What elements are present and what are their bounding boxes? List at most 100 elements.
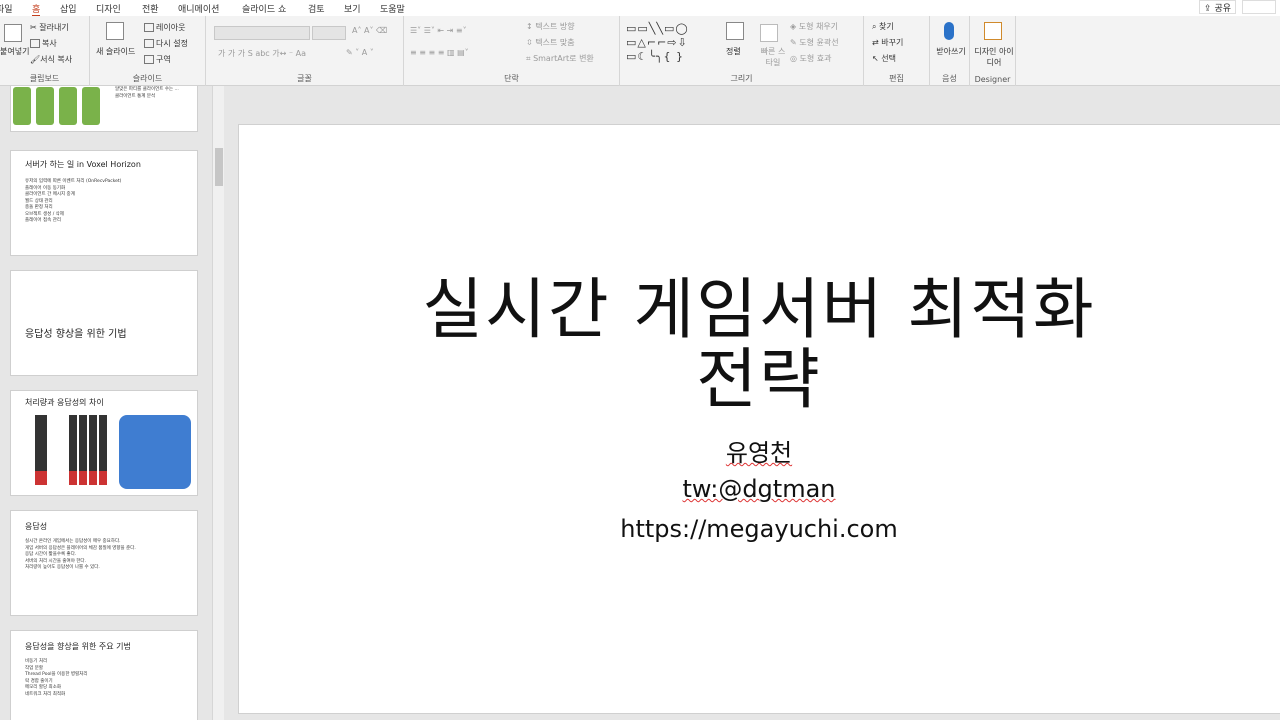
group-editing: ⌕ 찾기 ⇄ 바꾸기 ↖ 선택 편집 bbox=[864, 16, 930, 86]
shape-fill-button[interactable]: ◈ 도형 채우기 bbox=[790, 21, 838, 32]
effects-icon: ◎ bbox=[790, 54, 800, 63]
font-label: 글꼴 bbox=[297, 74, 312, 83]
thumb-image-icons bbox=[13, 87, 103, 125]
format-painter-button[interactable]: 🖌서식 복사 bbox=[30, 54, 72, 65]
paste-icon bbox=[4, 24, 22, 42]
reset-button[interactable]: 다시 설정 bbox=[144, 38, 188, 49]
tab-transitions[interactable]: 전환 bbox=[142, 2, 159, 15]
designer-label: Designer bbox=[974, 75, 1011, 84]
slide-stage: 실시간 게임서버 최적화 전략 유영천 tw:@dgtman https://m… bbox=[224, 86, 1280, 720]
layout-icon bbox=[144, 23, 154, 32]
font-color-icon[interactable]: ✎ ˅ A ˅ bbox=[346, 48, 374, 57]
font-name-combo[interactable] bbox=[214, 26, 310, 40]
tab-view[interactable]: 보기 bbox=[344, 2, 361, 15]
share-button[interactable]: ⇪ 공유 bbox=[1199, 0, 1236, 14]
paste-button[interactable]: 붙여넣기 bbox=[0, 46, 29, 57]
thumb-body: 비동기 처리 작업 분할 Thread Pool을 이용한 병렬처리 락 경합 … bbox=[25, 659, 88, 697]
slide-thumbnail-2[interactable]: 서버가 하는 일 in Voxel Horizon 유저의 입력에 따른 이벤트… bbox=[10, 150, 198, 256]
smartart-icon: ⌗ bbox=[526, 54, 534, 63]
thumb-body: 유저의 입력에 따른 이벤트 처리 (OnRecvPacket) 플레이어 이동… bbox=[25, 179, 122, 223]
design-ideas-button[interactable]: 디자인 아이디어 bbox=[974, 46, 1014, 68]
text-direction-button[interactable]: ↕ 텍스트 방향 bbox=[526, 21, 575, 32]
replace-icon: ⇄ bbox=[872, 38, 882, 47]
section-button[interactable]: 구역 bbox=[144, 54, 171, 65]
drawing-label: 그리기 bbox=[730, 74, 753, 83]
dictate-button[interactable]: 받아쓰기 bbox=[936, 46, 966, 57]
replace-button[interactable]: ⇄ 바꾸기 bbox=[872, 37, 903, 48]
thumb-title: 응답성을 향상을 위한 주요 기법 bbox=[25, 642, 131, 651]
tab-animations[interactable]: 애니메이션 bbox=[178, 2, 219, 15]
clipboard-label: 클립보드 bbox=[29, 74, 60, 83]
select-button[interactable]: ↖ 선택 bbox=[872, 53, 896, 64]
slide-thumbnail-5[interactable]: 응답성 실시간 온라인 게임에서는 응답성이 매우 중요하다. 게임 서버의 응… bbox=[10, 510, 198, 616]
slide-url[interactable]: https://megayuchi.com bbox=[539, 515, 979, 543]
arrange-button[interactable]: 정렬 bbox=[726, 46, 741, 57]
slide-author[interactable]: 유영천 bbox=[539, 433, 979, 468]
find-button[interactable]: ⌕ 찾기 bbox=[872, 21, 894, 32]
shape-effects-button[interactable]: ◎ 도형 효과 bbox=[790, 53, 832, 64]
group-drawing: ▭▭╲╲▭◯ ▭△⌐⌐⇨⇩ ▭☾╰╮{ } 정렬 빠른 스타일 ◈ 도형 채우기 ✎… bbox=[620, 16, 864, 86]
search-icon: ⌕ bbox=[872, 22, 880, 31]
align-icons[interactable]: ≡ ≡ ≡ ≡ ▥ ▤˅ bbox=[410, 48, 469, 57]
layout-button[interactable]: 레이아웃 bbox=[144, 22, 185, 33]
tab-home[interactable]: 홈 bbox=[32, 2, 41, 17]
designer-icon bbox=[984, 22, 1002, 40]
slide-thumbnail-panel: 알맞은 파티를 클라이언트 수는 ... 클라이언트 통계 분석 서버가 하는 … bbox=[0, 86, 212, 720]
comments-button[interactable] bbox=[1242, 0, 1276, 14]
font-grow-icon[interactable]: A˄ A˅ ⌫ bbox=[352, 26, 387, 35]
new-slide-icon bbox=[106, 22, 124, 40]
slide-thumbnail-4[interactable]: 처리량과 응답성의 차이 bbox=[10, 390, 198, 496]
group-font: A˄ A˅ ⌫ 가 가 가 S abc 가↔ ⁻ Aa ✎ ˅ A ˅ 글꼴 bbox=[206, 16, 404, 86]
tab-slideshow[interactable]: 슬라이드 쇼 bbox=[242, 2, 286, 15]
thumb-title: 응답성 bbox=[25, 522, 48, 531]
tab-insert[interactable]: 삽입 bbox=[60, 2, 77, 15]
thumb-title: 처리량과 응답성의 차이 bbox=[25, 398, 104, 407]
ribbon: 붙여넣기 ✂ 잘라내기 복사 🖌서식 복사 클립보드 새 슬라이드 레이아웃 다… bbox=[0, 16, 1280, 86]
scissors-icon: ✂ bbox=[30, 23, 40, 32]
tab-help[interactable]: 도움말 bbox=[380, 2, 405, 15]
reset-icon bbox=[144, 39, 154, 48]
new-slide-button[interactable]: 새 슬라이드 bbox=[96, 46, 135, 57]
shapes-gallery[interactable]: ▭▭╲╲▭◯ ▭△⌐⌐⇨⇩ ▭☾╰╮{ } bbox=[626, 22, 689, 64]
thumb-body: 실시간 온라인 게임에서는 응답성이 매우 중요하다. 게임 서버의 응답성은 … bbox=[25, 539, 136, 570]
arrange-icon bbox=[726, 22, 744, 40]
slide-title[interactable]: 실시간 게임서버 최적화 전략 bbox=[379, 275, 1139, 415]
tab-file[interactable]: 파일 bbox=[0, 2, 13, 15]
slide-twitter[interactable]: tw:@dgtman bbox=[539, 475, 979, 503]
group-clipboard: 붙여넣기 ✂ 잘라내기 복사 🖌서식 복사 클립보드 bbox=[0, 16, 90, 86]
smartart-button[interactable]: ⌗ SmartArt로 변환 bbox=[526, 53, 594, 64]
tab-review[interactable]: 검토 bbox=[308, 2, 325, 15]
current-slide[interactable]: 실시간 게임서버 최적화 전략 유영천 tw:@dgtman https://m… bbox=[238, 124, 1280, 714]
microphone-icon bbox=[944, 22, 954, 40]
cursor-icon: ↖ bbox=[872, 54, 882, 63]
copy-button[interactable]: 복사 bbox=[30, 38, 57, 49]
cut-button[interactable]: ✂ 잘라내기 bbox=[30, 22, 69, 33]
thumb-note-box bbox=[119, 415, 191, 489]
list-icons[interactable]: ☰˅ ☰˅ ⇤ ⇥ ≡˅ bbox=[410, 26, 467, 35]
paragraph-label: 단락 bbox=[504, 74, 519, 83]
editing-label: 편집 bbox=[889, 74, 904, 83]
thumb-title: 응답성 향상을 위한 기법 bbox=[25, 329, 127, 340]
group-paragraph: ☰˅ ☰˅ ⇤ ⇥ ≡˅ ≡ ≡ ≡ ≡ ▥ ▤˅ ↕ 텍스트 방향 ⇳ 텍스트… bbox=[404, 16, 620, 86]
text-direction-icon: ↕ bbox=[526, 22, 536, 31]
section-icon bbox=[144, 55, 154, 64]
thumbnail-scrollbar[interactable] bbox=[212, 86, 224, 720]
quick-styles-button[interactable]: 빠른 스타일 bbox=[758, 46, 788, 68]
font-size-combo[interactable] bbox=[312, 26, 346, 40]
voice-label: 음성 bbox=[942, 74, 957, 83]
slide-thumbnail-6[interactable]: 응답성을 향상을 위한 주요 기법 비동기 처리 작업 분할 Thread Po… bbox=[10, 630, 198, 720]
slide-thumbnail-3[interactable]: 응답성 향상을 위한 기법 bbox=[10, 270, 198, 376]
group-designer: 디자인 아이디어 Designer bbox=[970, 16, 1016, 86]
shape-outline-button[interactable]: ✎ 도형 윤곽선 bbox=[790, 37, 839, 48]
thumb-body: 알맞은 파티를 클라이언트 수는 ... 클라이언트 통계 분석 bbox=[115, 87, 179, 99]
copy-icon bbox=[30, 39, 40, 48]
group-voice: 받아쓰기 음성 bbox=[930, 16, 970, 86]
align-text-button[interactable]: ⇳ 텍스트 맞춤 bbox=[526, 37, 575, 48]
quick-styles-icon bbox=[760, 24, 778, 42]
thumb-title: 서버가 하는 일 in Voxel Horizon bbox=[25, 160, 141, 169]
tab-design[interactable]: 디자인 bbox=[96, 2, 121, 15]
slide-thumbnail-1[interactable]: 알맞은 파티를 클라이언트 수는 ... 클라이언트 통계 분석 bbox=[10, 86, 198, 132]
scrollbar-thumb[interactable] bbox=[215, 148, 223, 186]
font-format-icons[interactable]: 가 가 가 S abc 가↔ ⁻ Aa bbox=[218, 48, 306, 59]
share-icon: ⇪ bbox=[1204, 4, 1215, 14]
